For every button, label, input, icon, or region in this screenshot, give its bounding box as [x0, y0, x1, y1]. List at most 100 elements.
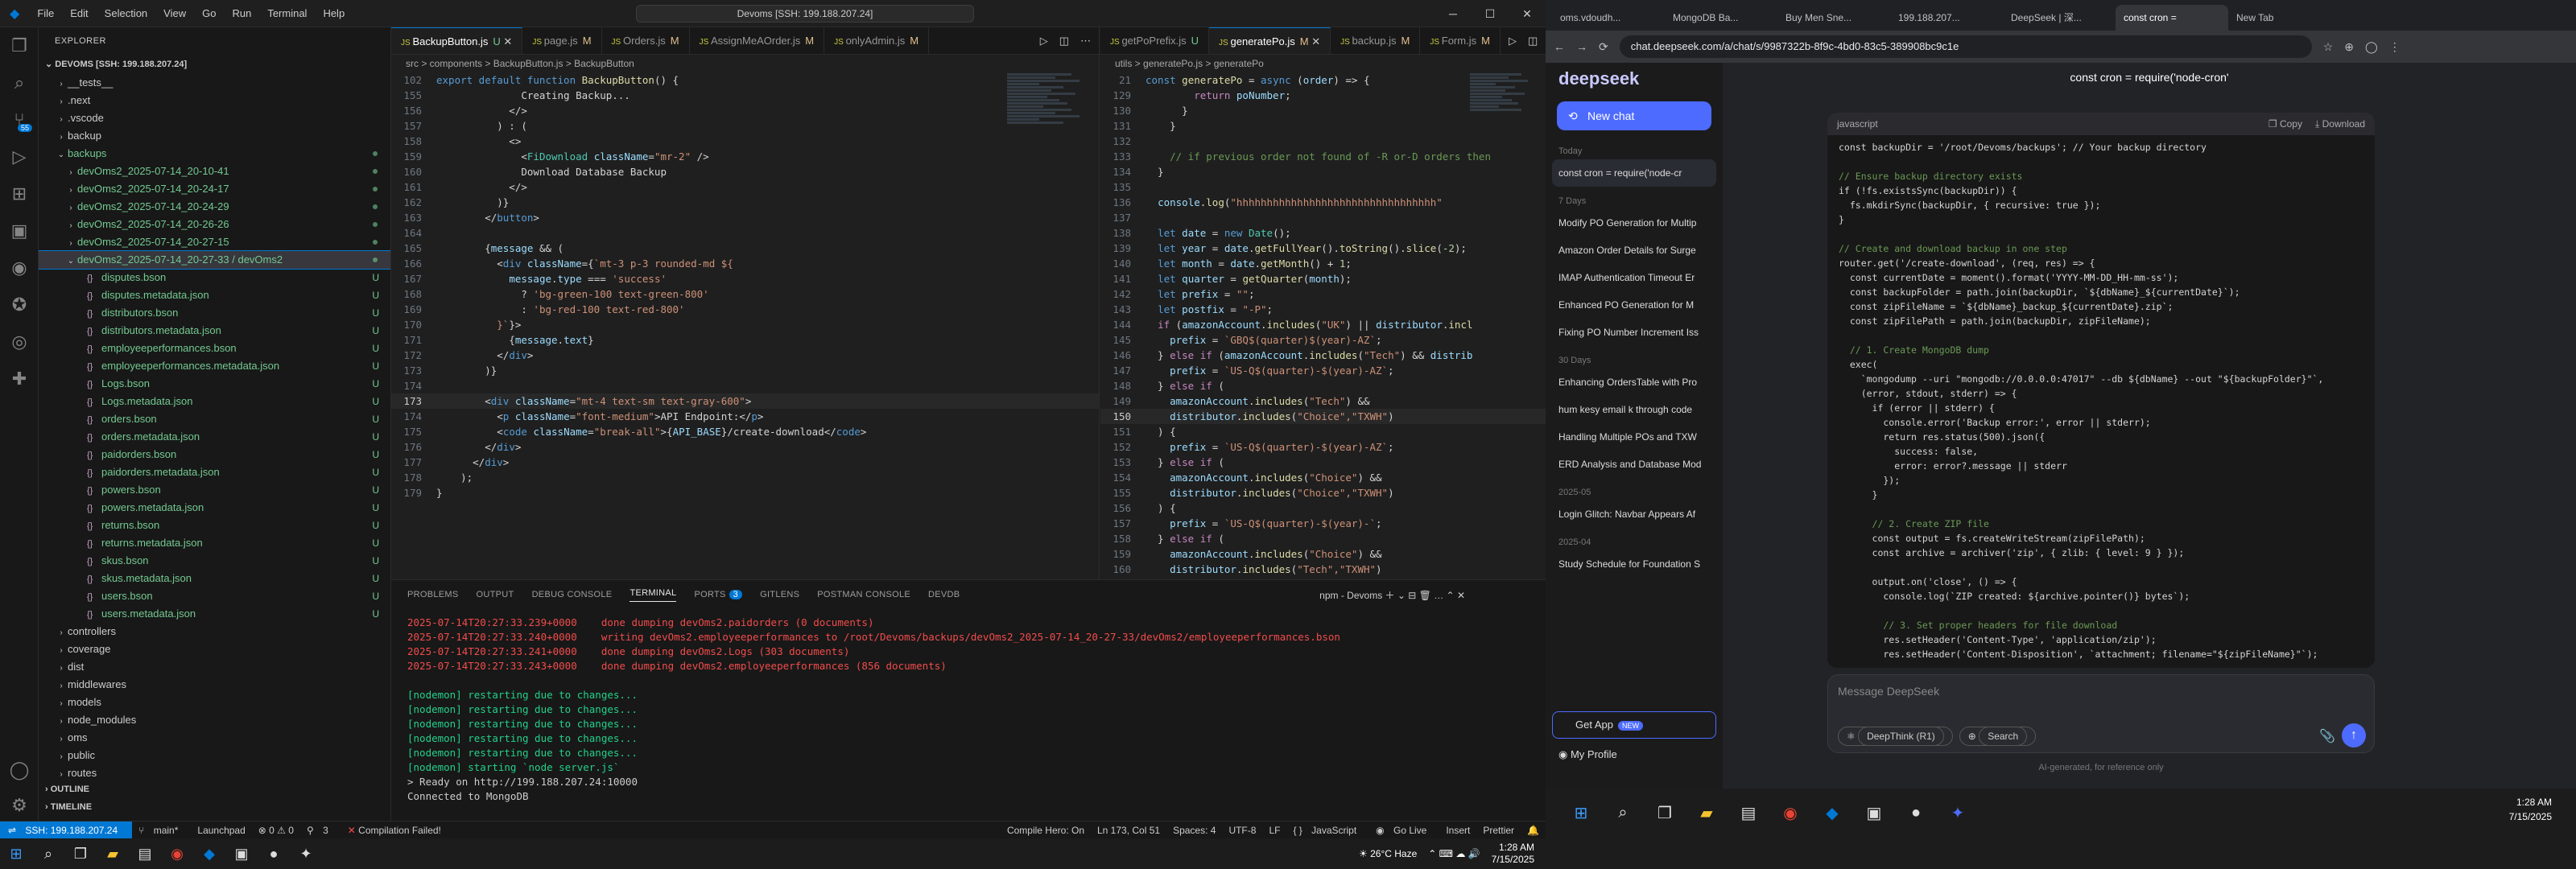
folder-item[interactable]: › .vscode	[39, 109, 390, 127]
file-item[interactable]: {} Logs.metadata.json U	[39, 393, 390, 410]
search-toggle[interactable]: ⊕ Search	[1959, 727, 2037, 746]
command-center[interactable]: Devoms [SSH: 199.188.207.24]	[636, 5, 974, 23]
chat-history-item[interactable]: hum kesy email k through code	[1546, 396, 1723, 423]
bell-icon[interactable]: 🔔	[1521, 825, 1546, 836]
folder-item[interactable]: › coverage	[39, 640, 390, 658]
minimize-icon[interactable]: ─	[1435, 0, 1472, 27]
code-line[interactable]: 158 <>	[391, 134, 1099, 149]
gitlens-icon[interactable]: ◉	[0, 249, 39, 286]
browser-tab[interactable]: const cron =	[2116, 5, 2228, 31]
start-icon[interactable]: ⊞	[0, 838, 32, 869]
file-item[interactable]: {} powers.bson U	[39, 481, 390, 499]
file-item[interactable]: {} users.metadata.json U	[39, 605, 390, 623]
explorer-root[interactable]: ⌄ DEVOMS [SSH: 199.188.207.24]	[39, 55, 390, 74]
search-icon[interactable]: ⌕	[32, 838, 64, 869]
editor-tab[interactable]: JS AssignMeAOrder.js M	[690, 27, 825, 54]
file-item[interactable]: {} disputes.bson U	[39, 269, 390, 286]
eol[interactable]: LF	[1262, 825, 1286, 836]
compile-hero[interactable]: Compile Hero: On	[1001, 825, 1091, 836]
encoding[interactable]: UTF-8	[1222, 825, 1262, 836]
postman-icon[interactable]: ✪	[0, 286, 39, 323]
puzzle-icon[interactable]: ✚	[0, 360, 39, 397]
file-explorer-icon[interactable]: ▰	[1687, 793, 1726, 832]
folder-item[interactable]: › devOms2_2025-07-14_20-10-41	[39, 163, 390, 180]
panel-tab-gitlens[interactable]: GITLENS	[760, 590, 799, 599]
source-control-icon[interactable]: ⑂ 55	[0, 101, 39, 138]
browser-tab[interactable]: Buy Men Sne...	[1777, 5, 1890, 31]
menu-item-file[interactable]: File	[29, 0, 62, 27]
file-item[interactable]: {} disputes.metadata.json U	[39, 286, 390, 304]
code-line[interactable]: 176 </div>	[391, 439, 1099, 455]
browser-tab[interactable]: 199.188.207...	[1890, 5, 2003, 31]
chat-history-item[interactable]: Study Schedule for Foundation S	[1546, 550, 1723, 578]
settings-gear-icon[interactable]: ⚙	[0, 787, 39, 824]
extensions-icon[interactable]: ⊞	[0, 175, 39, 212]
my-profile[interactable]: ◉ My Profile	[1558, 748, 1617, 761]
chrome-icon[interactable]: ◉	[1771, 793, 1810, 832]
maximize-icon[interactable]: ☐	[1472, 0, 1509, 27]
clock[interactable]: 1:28 AM 7/15/2025	[1492, 842, 1534, 866]
menu-item-help[interactable]: Help	[315, 0, 353, 27]
folder-item[interactable]: › routes	[39, 764, 390, 782]
code-line[interactable]: 160 Download Database Backup	[391, 164, 1099, 179]
editor-tab[interactable]: JS backup.js M	[1331, 27, 1421, 54]
breadcrumb[interactable]: utils > generatePo.js > generatePo	[1100, 55, 1546, 72]
vscode-icon[interactable]: ◆	[193, 838, 225, 869]
browser-tab[interactable]: New Tab	[2228, 5, 2341, 31]
close-icon[interactable]: ✕	[501, 35, 512, 47]
chat-history-item[interactable]: Enhancing OrdersTable with Pro	[1546, 369, 1723, 396]
chat-history-item[interactable]: IMAP Authentication Timeout Er	[1546, 264, 1723, 291]
close-icon[interactable]: ✕	[1509, 0, 1546, 27]
editor-tab[interactable]: JS onlyAdmin.js M	[824, 27, 930, 54]
database-icon[interactable]: ◎	[0, 323, 39, 360]
folder-item[interactable]: › backup	[39, 127, 390, 145]
app-icon[interactable]: ●	[258, 838, 290, 869]
file-item[interactable]: {} employeeperformances.bson U	[39, 340, 390, 357]
code-line[interactable]: 102 export default function BackupButton(…	[391, 72, 1099, 88]
folder-item[interactable]: › controllers	[39, 623, 390, 640]
copy-button[interactable]: ❐ Copy	[2268, 118, 2302, 130]
code-line[interactable]: 155 Creating Backup...	[391, 88, 1099, 103]
split-editor-icon[interactable]: ◫	[1059, 27, 1069, 54]
browser-tab[interactable]: MongoDB Ba...	[1665, 5, 1777, 31]
search-icon[interactable]: ⌕	[1604, 793, 1642, 832]
file-item[interactable]: {} returns.metadata.json U	[39, 534, 390, 552]
editor-tab[interactable]: JS Orders.js M	[602, 27, 690, 54]
deepthink-toggle[interactable]: ⚛ DeepThink (R1)	[1838, 727, 1953, 746]
editor-tab[interactable]: JS Form.js M	[1420, 27, 1501, 54]
bookmark-star-icon[interactable]: ☆	[2323, 40, 2334, 54]
chat-history-item[interactable]: Fixing PO Number Increment Iss	[1546, 319, 1723, 346]
folder-item[interactable]: › .next	[39, 92, 390, 109]
insert-mode[interactable]: Insert	[1439, 825, 1476, 836]
terminal-output[interactable]: 2025-07-14T20:27:33.239+0000 done dumpin…	[391, 609, 1546, 810]
folder-item[interactable]: › public	[39, 747, 390, 764]
panel-tab-postman-console[interactable]: POSTMAN CONSOLE	[817, 590, 910, 599]
menu-item-edit[interactable]: Edit	[62, 0, 96, 27]
folder-item[interactable]: › devOms2_2025-07-14_20-27-15	[39, 233, 390, 251]
file-item[interactable]: {} orders.metadata.json U	[39, 428, 390, 446]
file-item[interactable]: {} skus.metadata.json U	[39, 570, 390, 587]
folder-item[interactable]: › oms	[39, 729, 390, 747]
menu-item-run[interactable]: Run	[224, 0, 259, 27]
code-line[interactable]: 166 <div className={`mt-3 p-3 rounded-md…	[391, 256, 1099, 271]
more-icon[interactable]: ⋯	[1080, 27, 1091, 54]
file-item[interactable]: {} returns.bson U	[39, 517, 390, 534]
code-line[interactable]: 171 {message.text}	[391, 332, 1099, 348]
remote-indicator[interactable]: ⇌ SSH: 199.188.207.24	[0, 821, 133, 839]
prettier[interactable]: Prettier	[1476, 825, 1521, 836]
folder-item[interactable]: › node_modules	[39, 711, 390, 729]
editor-tab[interactable]: JS page.js M	[522, 27, 602, 54]
code-line[interactable]: 174 <p className="font-medium">API Endpo…	[391, 409, 1099, 424]
remote-explorer-icon[interactable]: ▣	[0, 212, 39, 249]
browser-tab[interactable]: oms.vdoudh...	[1552, 5, 1665, 31]
chat-history-item[interactable]: ERD Analysis and Database Mod	[1546, 451, 1723, 478]
code-line[interactable]: 165 {message && (	[391, 241, 1099, 256]
editor-tab[interactable]: JS BackupButton.js U ✕	[391, 27, 523, 54]
panel-tab-output[interactable]: OUTPUT	[477, 590, 514, 599]
close-icon[interactable]: ✕	[1309, 35, 1320, 47]
account-icon[interactable]: ◯	[0, 752, 39, 789]
code-line[interactable]: 178 );	[391, 470, 1099, 485]
code-line[interactable]: 163 </button>	[391, 210, 1099, 225]
chat-history-item[interactable]: Modify PO Generation for Multip	[1546, 209, 1723, 237]
clock[interactable]: 1:28 AM 7/15/2025	[2509, 795, 2552, 824]
